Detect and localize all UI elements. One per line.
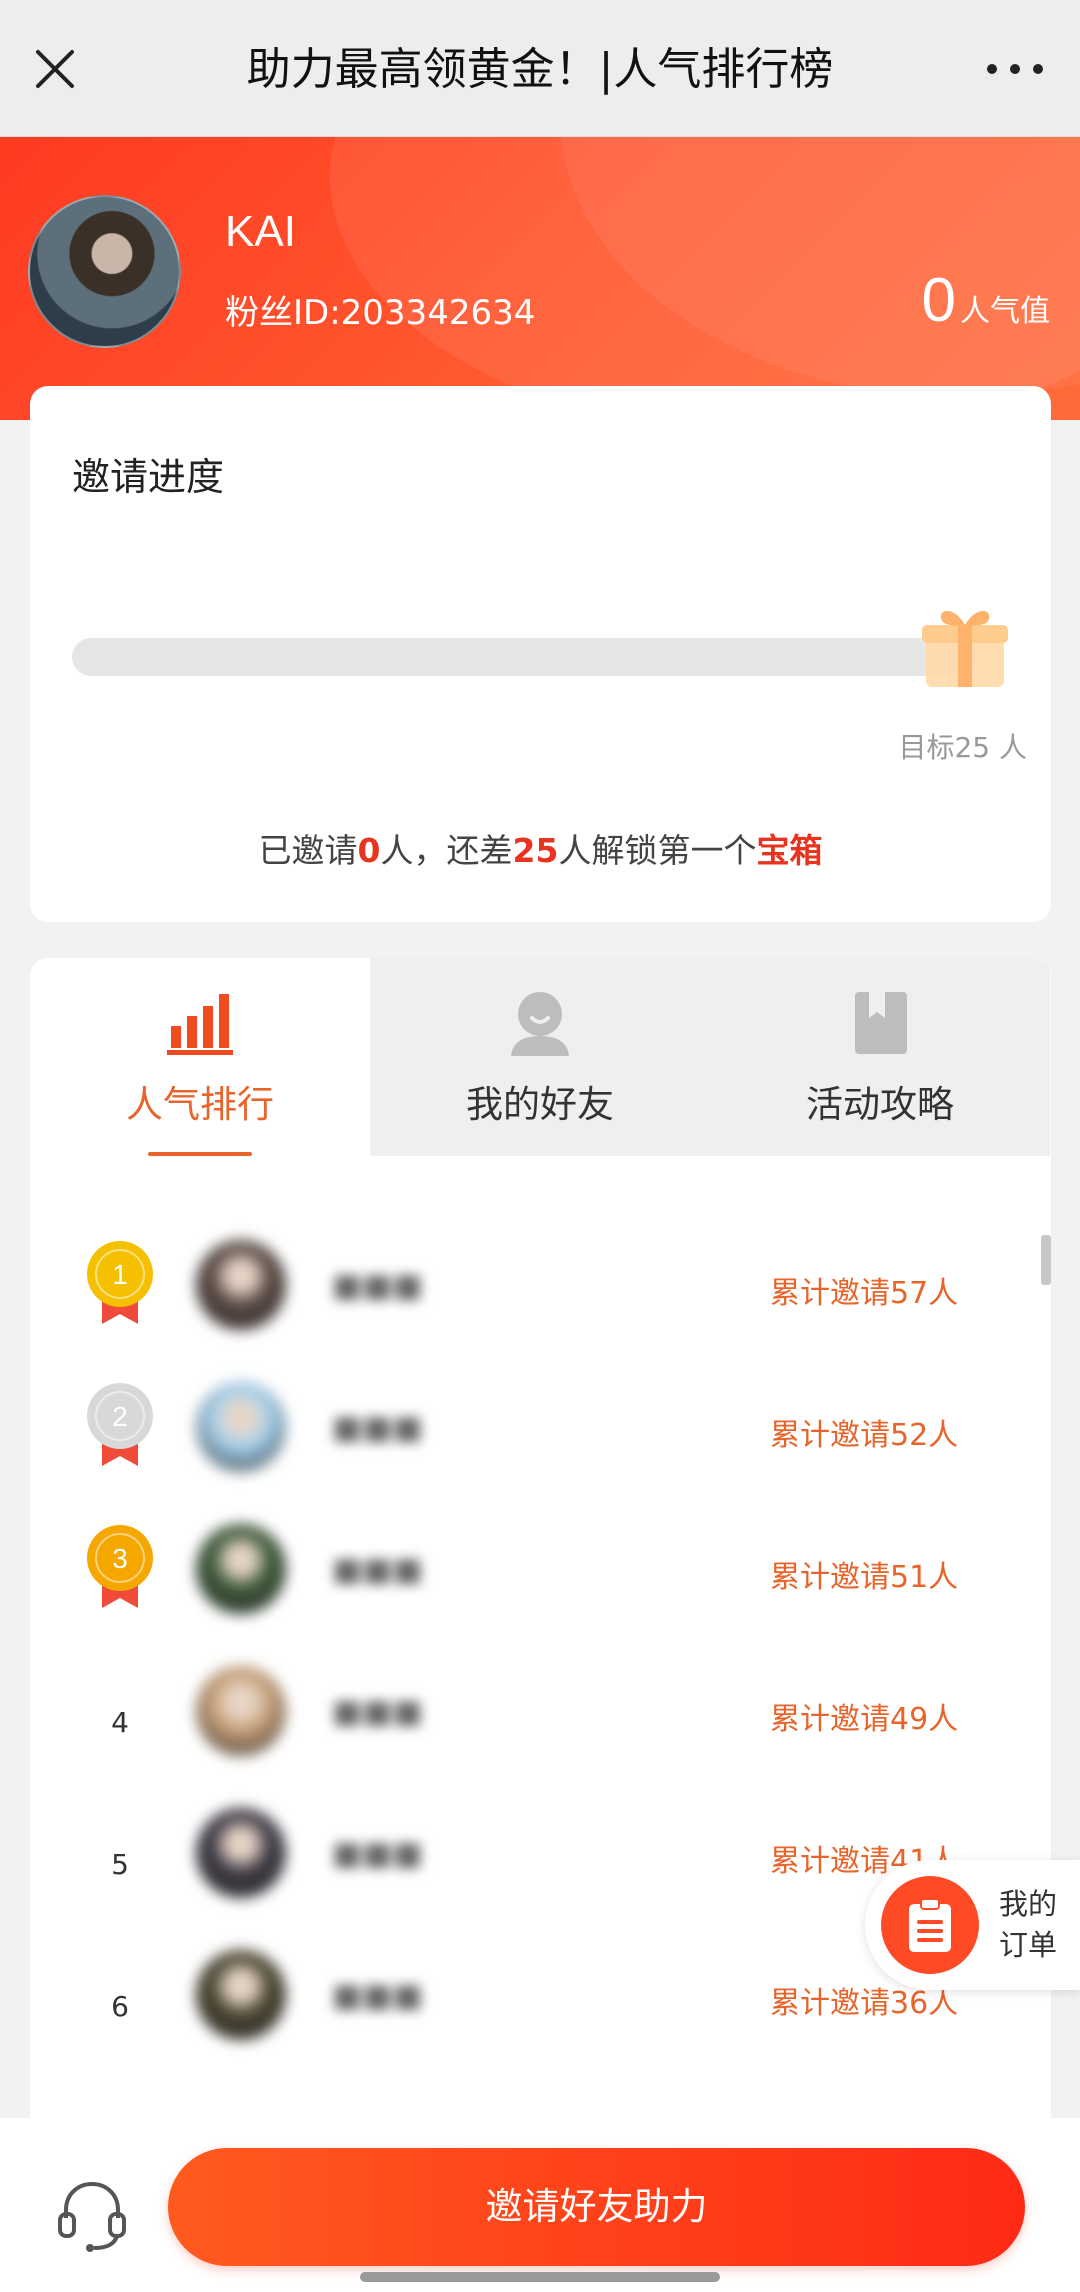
more-options-icon[interactable] [980,44,1050,94]
fan-id: 粉丝ID:203342634 [225,293,536,333]
rank-avatar [196,1950,286,2040]
invite-progress-card: 邀请进度 目标25 人 已邀请0人，还差25人解锁第一个宝箱 [30,386,1051,922]
tab-activity-guide[interactable]: 活动攻略 [710,958,1050,1156]
friend-icon [511,992,569,1056]
note-remaining-count: 25 [512,831,559,870]
rank-medal-icon: 3 [87,1525,153,1608]
rank-avatar [196,1382,286,1472]
tab-my-friends[interactable]: 我的好友 [370,958,710,1156]
tab-label: 人气排行 [126,1083,274,1126]
rank-avatar [196,1666,286,1756]
tab-label: 我的好友 [466,1083,614,1126]
popularity-value: 0 [921,266,956,335]
rank-user-name-blurred: ■■■ [332,1408,423,1446]
tab-label: 活动攻略 [806,1083,954,1126]
rank-number: 4 [111,1706,129,1739]
customer-service-icon[interactable] [52,2174,132,2254]
note-invited-count: 0 [357,831,381,870]
rank-avatar [196,1524,286,1614]
top-nav-bar: 助力最高领黄金！|人气排行榜 [0,0,1080,137]
invite-count: 累计邀请52人 [770,1418,959,1453]
invite-count: 累计邀请49人 [770,1702,959,1737]
tab-popularity-ranking[interactable]: 人气排行 [30,958,370,1156]
note-reward[interactable]: 宝箱 [756,831,822,870]
bar-chart-icon [167,994,233,1055]
close-icon[interactable] [30,44,80,94]
my-orders-button[interactable]: 我的订单 [865,1860,1080,1990]
progress-title: 邀请进度 [72,455,225,499]
scrollbar[interactable] [1041,1235,1051,1285]
rank-user-name-blurred: ■■■ [332,1550,423,1588]
rank-number: 3 [112,1543,128,1574]
ranking-row[interactable]: 3 ■■■ 累计邀请51人 [30,1512,1051,1654]
rank-user-name-blurred: ■■■ [332,1834,423,1872]
rank-medal-icon: 1 [87,1241,153,1324]
progress-note: 已邀请0人，还差25人解锁第一个宝箱 [30,824,1051,872]
guide-book-icon [855,992,907,1054]
note-mid1: 人，还差 [380,831,513,870]
rank-number: 5 [111,1848,129,1881]
user-name: KAI [225,207,296,256]
rank-number: 1 [112,1259,128,1290]
progress-target: 目标25 人 [898,731,1027,764]
invite-count: 累计邀请51人 [770,1560,959,1595]
rank-user-name-blurred: ■■■ [332,1976,423,2014]
note-mid2: 人解锁第一个 [558,831,757,870]
clipboard-icon [909,1898,951,1952]
rank-avatar [196,1240,286,1330]
my-orders-label: 我的订单 [999,1887,1058,1962]
bottom-bar: 邀请好友助力 [0,2118,1080,2292]
gift-box-icon[interactable] [918,599,1012,693]
rank-number: 2 [112,1401,128,1432]
page-title: 助力最高领黄金！|人气排行榜 [246,44,834,95]
progress-bar [72,638,977,676]
popularity-unit: 人气值 [960,294,1050,329]
home-indicator [360,2272,720,2282]
active-tab-indicator [148,1152,252,1156]
user-avatar [28,195,181,348]
rank-medal-icon: 2 [87,1383,153,1466]
rank-user-name-blurred: ■■■ [332,1692,423,1730]
ranking-row[interactable]: 2 ■■■ 累计邀请52人 [30,1370,1051,1512]
popularity-score: 0 人气值 [922,265,1050,336]
rank-user-name-blurred: ■■■ [332,1266,423,1304]
note-prefix: 已邀请 [258,831,358,870]
rank-avatar [196,1808,286,1898]
ranking-row[interactable]: 1 ■■■ 累计邀请57人 [30,1228,1051,1370]
profile-header: KAI 粉丝ID:203342634 0 人气值 [0,137,1080,420]
invite-count: 累计邀请57人 [770,1276,959,1311]
rank-number: 6 [111,1990,129,2023]
invite-friends-button[interactable]: 邀请好友助力 [168,2148,1025,2266]
tab-bar: 人气排行 我的好友 活动攻略 [30,958,1051,1156]
ranking-row[interactable]: 4 ■■■ 累计邀请49人 [30,1654,1051,1796]
